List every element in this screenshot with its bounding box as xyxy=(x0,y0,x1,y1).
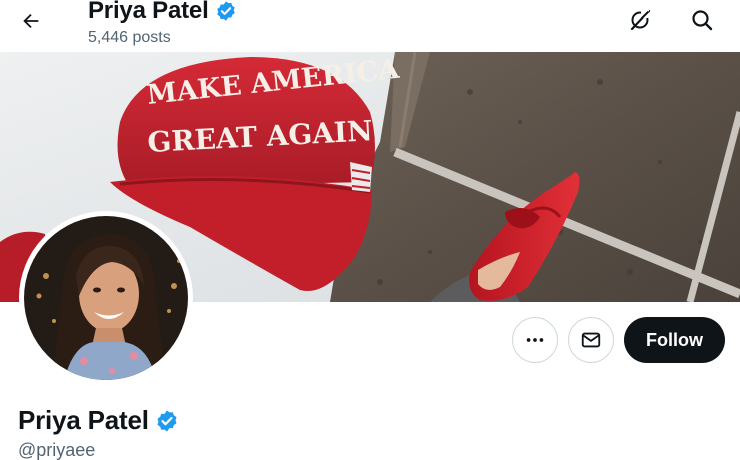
back-button[interactable] xyxy=(14,4,48,38)
verified-badge-icon[interactable] xyxy=(155,409,179,433)
top-bar: Priya Patel 5,446 posts xyxy=(0,0,740,52)
avatar-image xyxy=(24,216,188,380)
header-title: Priya Patel xyxy=(88,0,237,25)
search-icon xyxy=(692,10,713,31)
follow-button[interactable]: Follow xyxy=(624,317,725,363)
profile-name-row: Priya Patel xyxy=(18,405,179,436)
profile-handle: @priyaee xyxy=(18,440,96,460)
profile-avatar[interactable] xyxy=(19,211,193,385)
message-button[interactable] xyxy=(568,317,614,363)
profile-actions: Follow xyxy=(512,317,725,363)
back-arrow-icon xyxy=(23,13,39,29)
mail-icon xyxy=(581,332,601,348)
verified-badge-icon xyxy=(216,1,235,21)
posts-count: 5,446 posts xyxy=(88,29,171,46)
grok-icon xyxy=(630,9,651,31)
grok-button[interactable] xyxy=(624,4,656,36)
more-button[interactable] xyxy=(512,317,558,363)
more-icon xyxy=(526,338,544,342)
header-name: Priya Patel xyxy=(88,0,209,24)
profile-name: Priya Patel xyxy=(18,405,149,435)
search-button[interactable] xyxy=(686,4,718,36)
